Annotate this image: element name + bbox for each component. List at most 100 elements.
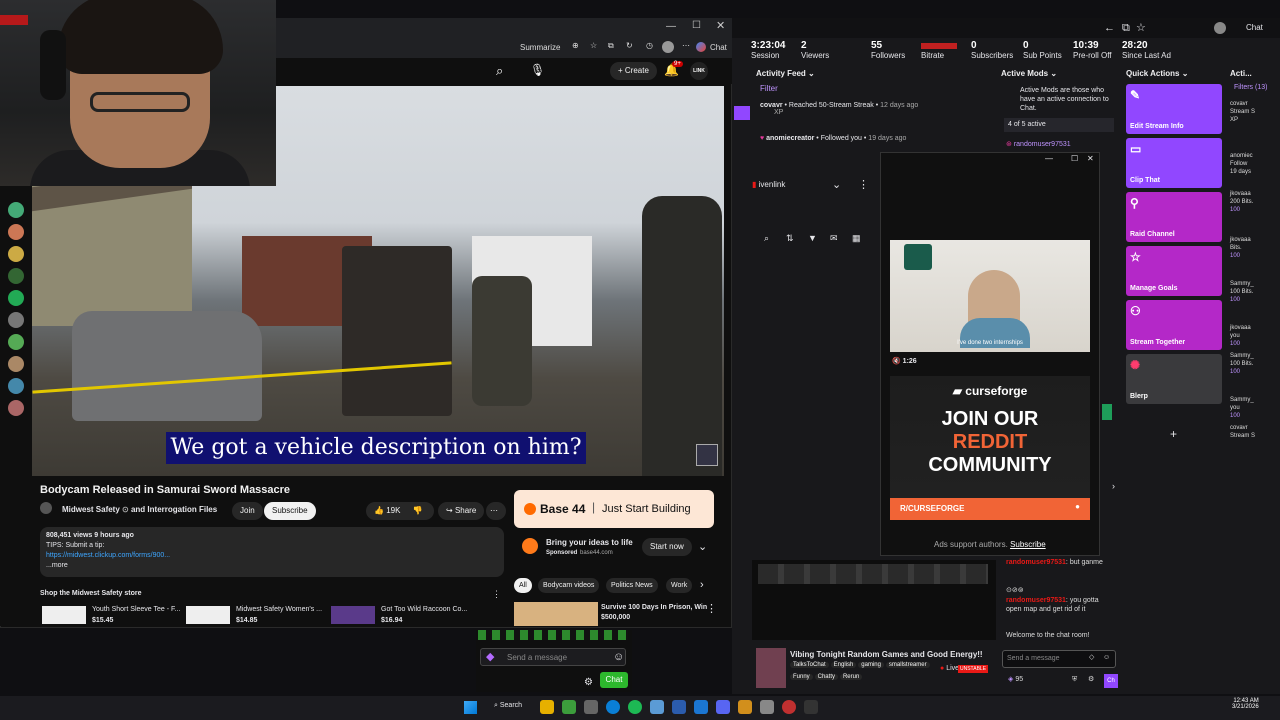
settings-icon[interactable]: ⚙ (584, 678, 593, 688)
chip-bodycam[interactable]: Bodycam videos (538, 578, 600, 593)
tag[interactable]: gaming (858, 662, 884, 668)
channel-avatar[interactable] (8, 356, 24, 372)
extension-icon[interactable]: ⧉ (1122, 23, 1130, 34)
app-icon[interactable] (694, 700, 708, 714)
back-icon[interactable]: ← (1104, 23, 1115, 34)
chat-button[interactable]: Chat (1246, 23, 1263, 32)
act-item[interactable]: Sammy_ 100 Bits. 100 (1230, 280, 1280, 304)
channel-avatar[interactable] (40, 502, 52, 514)
quick-action-raid-channel[interactable]: ⚲ Raid Channel (1126, 192, 1222, 242)
close-icon[interactable]: ✕ (1087, 155, 1094, 163)
filter-icon[interactable]: ▼ (808, 234, 817, 243)
thumbs-up-icon[interactable]: 👍 (374, 507, 384, 515)
tag[interactable]: Chatty (814, 674, 838, 680)
ad-subscribe-link[interactable]: Subscribe (1010, 540, 1046, 549)
stream-thumbnail[interactable] (756, 648, 786, 688)
active-mods-title[interactable]: Active Mods ⌄ (1001, 69, 1057, 83)
quick-action-edit-stream-info[interactable]: ✎ Edit Stream Info (1126, 84, 1222, 134)
more-icon[interactable]: ⋯ (682, 42, 690, 50)
emote-icon[interactable]: ☺ (1103, 654, 1110, 661)
translate-icon[interactable]: ⊕ (572, 42, 579, 50)
quick-action-stream-together[interactable]: ⚇ Stream Together (1126, 300, 1222, 350)
chevron-down-icon[interactable]: ⌄ (832, 180, 841, 191)
rec-title[interactable]: Survive 100 Days In Prison, Win (601, 604, 707, 611)
chat-input[interactable]: Send a message ◇ ☺ (1002, 650, 1116, 668)
channel-avatar[interactable] (8, 224, 24, 240)
act-item[interactable]: Sammy_ 100 Bits. 100 (1230, 352, 1280, 376)
taskbar-search[interactable]: ⌕ Search (494, 702, 522, 710)
activity-col-title[interactable]: Acti... (1230, 69, 1252, 83)
stream-title[interactable]: Vibing Tonight Random Games and Good Ene… (790, 650, 983, 659)
settings-app-icon[interactable] (584, 700, 598, 714)
channel-name[interactable]: Midwest Safety ⊙ and Interrogation Files (62, 505, 217, 514)
mail-icon[interactable]: ✉ (830, 234, 838, 243)
more-icon[interactable]: ⋮ (492, 590, 501, 599)
channel-avatar[interactable] (8, 246, 24, 262)
tag[interactable]: smallstreamer (885, 662, 930, 668)
reload-icon[interactable]: ↻ (626, 42, 633, 50)
copilot-icon[interactable] (696, 42, 706, 52)
profile-avatar[interactable] (1214, 22, 1226, 34)
channel-avatar[interactable] (8, 290, 24, 306)
profile-avatar[interactable] (662, 41, 674, 53)
maximize-icon[interactable]: ☐ (1071, 155, 1078, 163)
chip-politics[interactable]: Politics News (606, 578, 658, 593)
chevron-right-icon[interactable]: › (700, 580, 704, 591)
like-count[interactable]: 19K (386, 506, 400, 515)
chip-work[interactable]: Work (666, 578, 693, 593)
more-actions-button[interactable]: ⋯ (486, 502, 506, 520)
act-item[interactable]: jkovaaa Bits. 100 (1230, 236, 1280, 260)
grid-icon[interactable]: ▦ (852, 234, 861, 243)
maximize-icon[interactable]: ☐ (692, 21, 701, 31)
app-icon[interactable] (738, 700, 752, 714)
chat-button[interactable]: Chat (710, 43, 727, 52)
bits-icon[interactable]: ◆ (486, 652, 494, 663)
chevron-down-icon[interactable]: ⌄ (698, 542, 707, 553)
mic-icon[interactable]: 🎙 (530, 64, 545, 76)
subscribe-button[interactable]: Subscribe (264, 502, 316, 520)
chat-user[interactable]: randomuser97531 (1006, 559, 1066, 566)
chat-send-button[interactable]: Ch (1104, 674, 1118, 688)
activity-item[interactable]: covavr • Reached 50-Stream Streak • 12 d… (760, 102, 980, 116)
windows-start-icon[interactable] (464, 701, 477, 714)
extension-icon[interactable]: ⧉ (608, 42, 614, 50)
channel-avatar[interactable] (8, 312, 24, 328)
search-icon[interactable]: ⌕ (764, 234, 769, 243)
ad-video[interactable]: I've done two internships (890, 240, 1090, 352)
chevron-right-icon[interactable]: › (1112, 482, 1115, 491)
app-icon[interactable] (672, 700, 686, 714)
chat-send-button[interactable]: Chat (600, 672, 628, 688)
join-button[interactable]: Join (232, 502, 263, 520)
ad-banner[interactable]: Base 44 | Just Start Building (514, 490, 714, 528)
tag[interactable]: TalksToChat (790, 662, 829, 668)
act-item[interactable]: covavr Stream S (1230, 424, 1280, 440)
quick-action-blerp[interactable]: ✺ Blerp (1126, 354, 1222, 404)
shop-item[interactable]: Got Too Wild Raccoon Co... $16.94 (331, 606, 471, 628)
minecraft-icon[interactable] (562, 700, 576, 714)
chat-input[interactable]: ◆ Send a message ☺ (480, 648, 626, 666)
discord-icon[interactable] (716, 700, 730, 714)
star-icon[interactable]: ☆ (1136, 23, 1146, 34)
app-icon[interactable] (650, 700, 664, 714)
rec-thumbnail[interactable] (514, 602, 598, 626)
emote-icon[interactable]: ☺ (613, 652, 624, 663)
edge-icon[interactable] (606, 700, 620, 714)
act-item[interactable]: covavr Stream S XP (1230, 100, 1280, 124)
app-icon[interactable] (804, 700, 818, 714)
channel-avatar[interactable] (8, 378, 24, 394)
channel-points[interactable]: ◈ 95 (1008, 676, 1023, 683)
cf-handle-bar[interactable]: R/CURSEFORGE ● (890, 498, 1090, 520)
account-avatar[interactable]: LINK (690, 62, 708, 80)
activity-item[interactable]: ♥ anomiecreator • Followed you • 19 days… (760, 135, 980, 142)
act-item[interactable]: anomiec Follow 19 days (1230, 152, 1280, 176)
show-more-link[interactable]: ...more (46, 561, 498, 571)
shop-item[interactable]: Midwest Safety Women's ... $14.85 (186, 606, 326, 628)
channel-avatar[interactable] (8, 334, 24, 350)
more-icon[interactable]: ⋮ (706, 604, 717, 615)
history-icon[interactable]: ◷ (646, 42, 653, 50)
tag[interactable]: Rerun (839, 674, 863, 680)
more-icon[interactable]: ⋮ (858, 180, 869, 191)
minimize-icon[interactable]: — (666, 22, 676, 32)
channel-selector[interactable]: ▮ ivenlink (752, 180, 785, 189)
channel-avatar[interactable] (8, 268, 24, 284)
